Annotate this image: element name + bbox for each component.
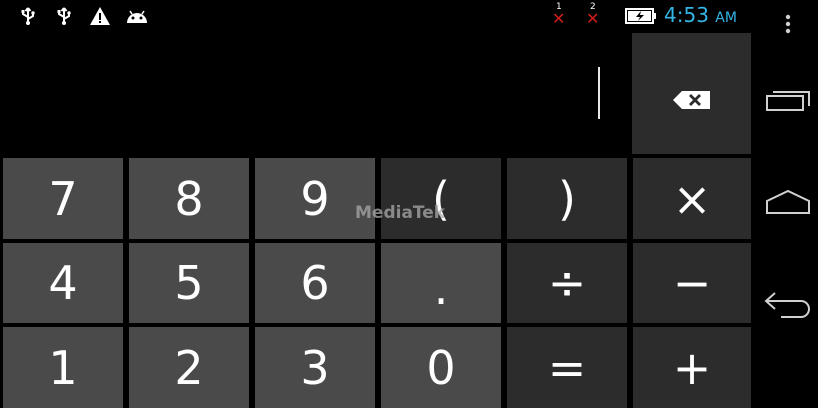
- recent-apps-button[interactable]: [757, 86, 818, 116]
- digit-4-button[interactable]: 4: [3, 243, 123, 323]
- sim1-no-signal-icon: 1 ✕: [552, 2, 566, 28]
- back-icon: [763, 290, 813, 324]
- plus-button[interactable]: +: [633, 327, 751, 408]
- digit-2-button[interactable]: 2: [129, 327, 249, 408]
- home-icon: [765, 189, 811, 219]
- back-button[interactable]: [757, 290, 818, 324]
- backspace-icon: [672, 67, 712, 121]
- digit-0-button[interactable]: 0: [381, 327, 501, 408]
- digit-9-button[interactable]: 9: [255, 158, 375, 239]
- menu-button[interactable]: [757, 14, 818, 38]
- warning-icon: [89, 6, 111, 26]
- digit-1-button[interactable]: 1: [3, 327, 123, 408]
- menu-icon: [785, 14, 791, 38]
- open-paren-button[interactable]: (: [381, 158, 501, 239]
- decimal-point-button[interactable]: .: [381, 243, 501, 323]
- digit-7-button[interactable]: 7: [3, 158, 123, 239]
- android-icon: [124, 6, 150, 26]
- multiply-button[interactable]: ×: [633, 158, 751, 239]
- clock-time: 4:53: [664, 3, 709, 27]
- equals-button[interactable]: =: [507, 327, 627, 408]
- digit-8-button[interactable]: 8: [129, 158, 249, 239]
- battery-charging-icon: [625, 6, 657, 26]
- minus-button[interactable]: −: [633, 243, 751, 323]
- digit-6-button[interactable]: 6: [255, 243, 375, 323]
- clock-ampm: AM: [715, 10, 737, 26]
- navigation-bar: [757, 0, 818, 402]
- digit-3-button[interactable]: 3: [255, 327, 375, 408]
- sim2-no-signal-icon: 2 ✕: [586, 2, 600, 28]
- digit-5-button[interactable]: 5: [129, 243, 249, 323]
- clock: 4:53 AM: [664, 3, 737, 27]
- divide-button[interactable]: ÷: [507, 243, 627, 323]
- calculator-display[interactable]: [0, 32, 630, 156]
- status-bar: 1 ✕ 2 ✕ 4:53 AM: [0, 0, 757, 32]
- home-button[interactable]: [757, 189, 818, 219]
- usb-icon: [18, 6, 38, 26]
- usb-icon: [54, 6, 74, 26]
- close-paren-button[interactable]: ): [507, 158, 627, 239]
- recent-apps-icon: [765, 86, 811, 116]
- backspace-button[interactable]: [632, 33, 751, 154]
- text-cursor: [598, 67, 600, 119]
